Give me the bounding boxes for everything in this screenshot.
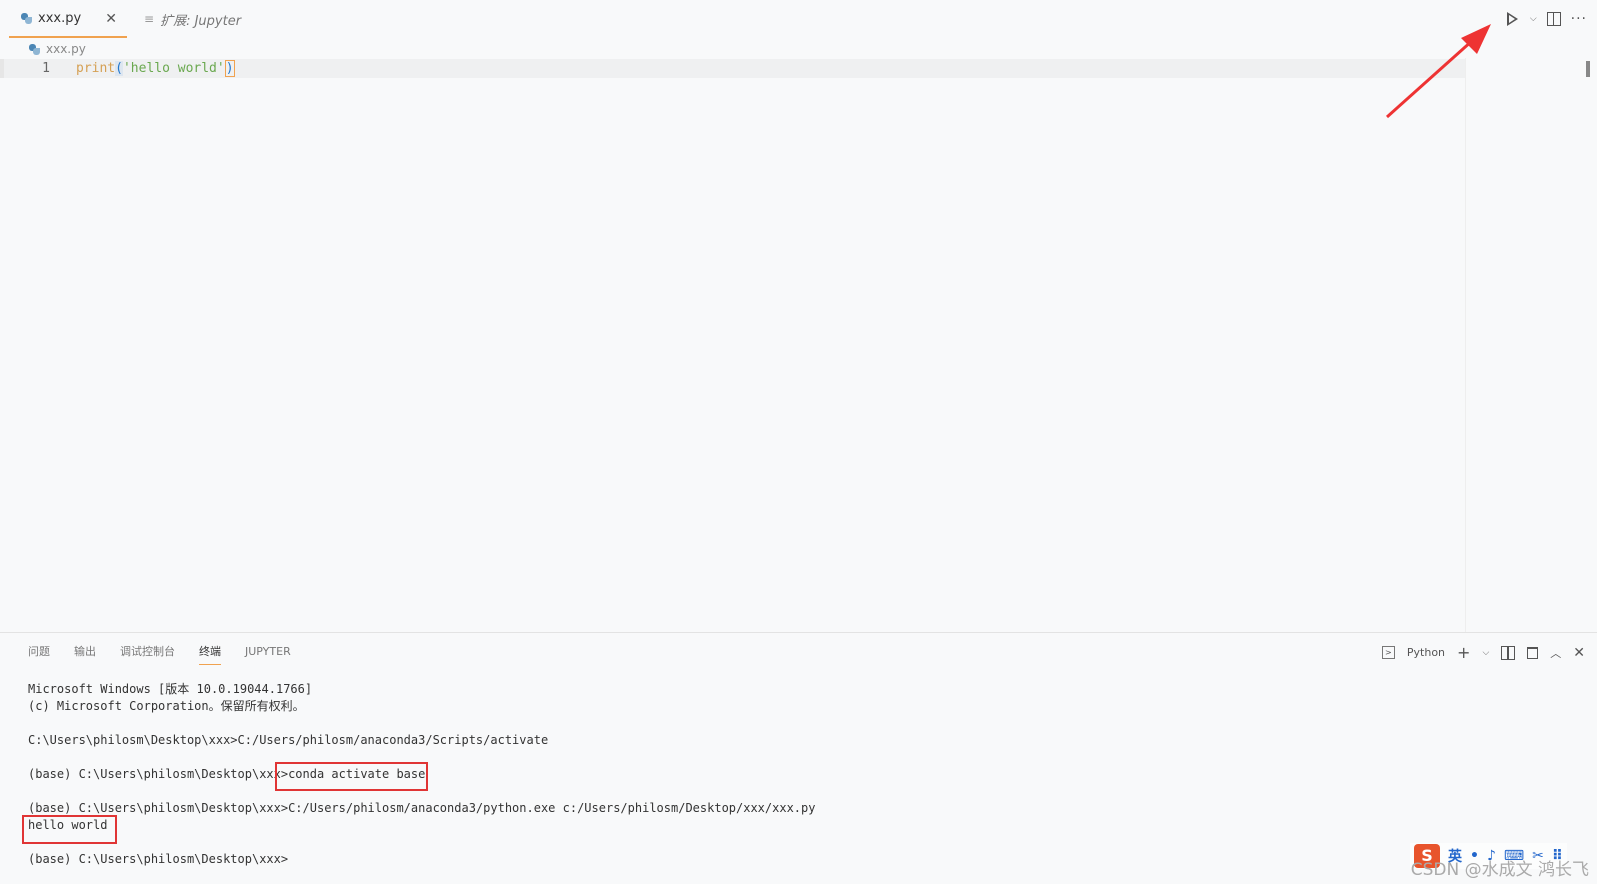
terminal-line: Microsoft Windows [版本 10.0.19044.1766] <box>28 682 313 696</box>
tab-label: 扩展: Jupyter <box>160 13 242 29</box>
annotation-arrow <box>1385 24 1491 119</box>
annotation-box-hello-world <box>22 815 117 844</box>
panel-tab[interactable]: 调试控制台 <box>120 643 175 665</box>
panel-tabs: 问题 输出 调试控制台 终端 JUPYTER <box>28 643 315 665</box>
breadcrumb[interactable]: xxx.py <box>29 40 86 58</box>
code-line[interactable]: print('hello world') <box>76 59 235 78</box>
chevron-down-icon[interactable]: ⌵ <box>1482 648 1489 658</box>
panel-tab[interactable]: 终端 <box>199 643 221 665</box>
editor-tab-bar: xxx.py ✕ ≡ 扩展: Jupyter ⌵ ··· <box>0 0 1597 38</box>
terminal-line: C:\Users\philosm\Desktop\xxx>C:/Users/ph… <box>28 733 549 747</box>
overview-ruler <box>1465 58 1466 632</box>
trash-icon[interactable] <box>1527 646 1539 659</box>
terminal-line: hello world <box>28 818 108 832</box>
preview-lines-icon: ≡ <box>144 12 155 26</box>
token-string: 'hello world' <box>122 61 225 76</box>
maximize-panel-icon[interactable]: ︿ <box>1550 645 1561 661</box>
terminal-line: (base) C:\Users\philosm\Desktop\xxx>C:/U… <box>28 801 816 815</box>
panel-tab[interactable]: JUPYTER <box>245 643 291 665</box>
breadcrumb-file[interactable]: xxx.py <box>46 42 86 56</box>
more-actions-icon[interactable]: ··· <box>1571 11 1587 27</box>
shell-label[interactable]: Python <box>1407 646 1445 659</box>
panel-tab[interactable]: 问题 <box>28 643 50 665</box>
panel-actions: > Python + ⌵ ︿ ✕ <box>1381 643 1585 662</box>
annotation-box-conda <box>275 762 428 791</box>
terminal-shell-icon[interactable]: > <box>1381 646 1395 659</box>
tab-xxx-py[interactable]: xxx.py ✕ <box>9 0 127 38</box>
split-editor-icon[interactable] <box>1546 12 1561 26</box>
token-function: print <box>76 61 116 76</box>
line-number: 1 <box>42 61 50 76</box>
chevron-down-icon[interactable]: ⌵ <box>1530 14 1537 24</box>
watermark: CSDN @水成文 鸿长飞 <box>1410 860 1589 880</box>
close-icon[interactable]: ✕ <box>105 11 117 27</box>
python-file-icon <box>29 43 40 55</box>
run-python-file-icon[interactable] <box>1504 10 1520 28</box>
panel-tab[interactable]: 输出 <box>74 643 96 665</box>
tab-extension-jupyter[interactable]: ≡ 扩展: Jupyter <box>144 0 241 38</box>
token-paren-close: ) <box>224 60 235 77</box>
terminal-line: (c) Microsoft Corporation。保留所有权利。 <box>28 699 305 713</box>
editor-actions: ⌵ ··· <box>1504 10 1587 28</box>
python-file-icon <box>21 12 32 24</box>
split-terminal-icon[interactable] <box>1501 645 1516 660</box>
new-terminal-icon[interactable]: + <box>1457 643 1470 662</box>
bottom-panel: 问题 输出 调试控制台 终端 JUPYTER > Python + ⌵ ︿ ✕ Micr… <box>0 632 1597 884</box>
tab-label: xxx.py <box>38 10 82 26</box>
scrollbar-thumb[interactable] <box>1586 61 1590 77</box>
code-editor[interactable]: 1 print('hello world') <box>0 58 1597 632</box>
close-panel-icon[interactable]: ✕ <box>1573 645 1585 661</box>
token-paren-open: ( <box>115 61 123 76</box>
terminal-line: (base) C:\Users\philosm\Desktop\xxx> <box>28 852 289 866</box>
